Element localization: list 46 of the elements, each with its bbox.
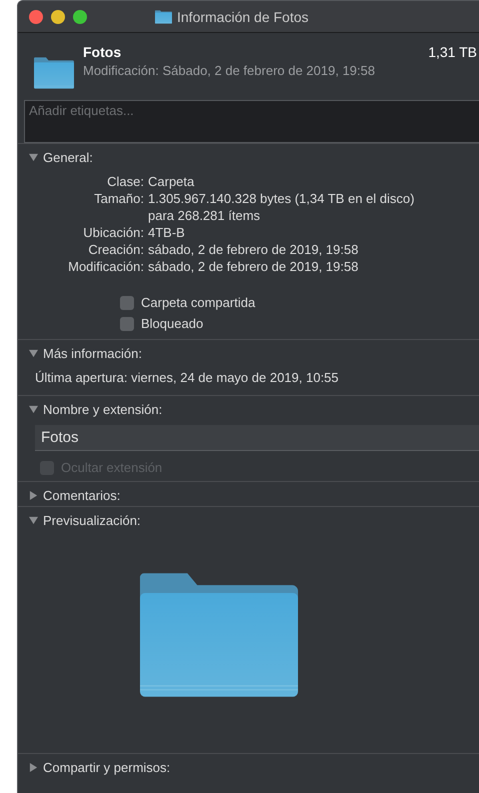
file-size: 1,31 TB [428, 44, 477, 60]
section-title: Previsualización: [43, 512, 141, 528]
checkbox[interactable] [120, 296, 134, 310]
section-header[interactable]: General: [18, 146, 479, 168]
last-opened-text: Última apertura: viernes, 24 de mayo de 2019, 10:55 [35, 370, 340, 385]
collapse-triangle-icon[interactable] [29, 348, 38, 358]
info-value: sábado, 2 de febrero de 2019, 19:58 [148, 259, 360, 274]
info-label: Creación: [87, 242, 144, 257]
checkbox-label: Bloqueado [141, 316, 204, 331]
expand-triangle-icon[interactable] [29, 490, 38, 500]
section-title: Comentarios: [43, 488, 120, 502]
section-title: General: [43, 150, 93, 164]
zoom-button[interactable] [73, 10, 87, 24]
collapse-triangle-icon[interactable] [29, 404, 38, 414]
tags-field[interactable]: Añadir etiquetas... [24, 100, 479, 143]
section-header[interactable]: Nombre y extensión: [18, 398, 479, 420]
name-field[interactable]: Fotos [35, 425, 479, 451]
section-title: Más información: [43, 346, 142, 360]
collapse-triangle-icon[interactable] [29, 516, 38, 524]
window-title: Información de Fotos [177, 8, 309, 24]
section-header[interactable]: Más información: [18, 342, 479, 364]
modified-date: Modificación: Sábado, 2 de febrero de 2019, 19:58 [83, 63, 376, 78]
folder-preview-icon [140, 573, 298, 697]
info-label: Clase: [106, 174, 144, 189]
info-label: Modificación: [67, 259, 144, 274]
checkbox[interactable] [120, 316, 134, 330]
section-title: Nombre y extensión: [43, 402, 162, 416]
folder-icon [34, 57, 74, 89]
expand-triangle-icon[interactable] [29, 762, 38, 772]
info-value: 1.305.967.140.328 bytes (1,34 TB en el disco) [148, 191, 416, 206]
section-header[interactable]: Previsualización: [18, 509, 479, 531]
info-label: Ubicación: [82, 225, 144, 240]
close-button[interactable] [29, 10, 43, 24]
minimize-button[interactable] [51, 10, 65, 24]
checkbox-label: Carpeta compartida [141, 295, 256, 310]
info-value: sábado, 2 de febrero de 2019, 19:58 [148, 242, 360, 257]
info-value: Carpeta [148, 174, 196, 189]
section-header[interactable]: Comentarios: [18, 484, 479, 506]
info-value: 4TB-B [148, 225, 186, 240]
info-value: para 268.281 ítems [148, 208, 262, 223]
collapse-triangle-icon[interactable] [29, 152, 38, 162]
file-name: Fotos [83, 44, 122, 60]
info-label: Tamaño: [93, 191, 144, 208]
section-header[interactable]: Compartir y permisos: [18, 756, 479, 778]
folder-icon [155, 10, 172, 24]
section-title: Compartir y permisos: [43, 760, 170, 774]
